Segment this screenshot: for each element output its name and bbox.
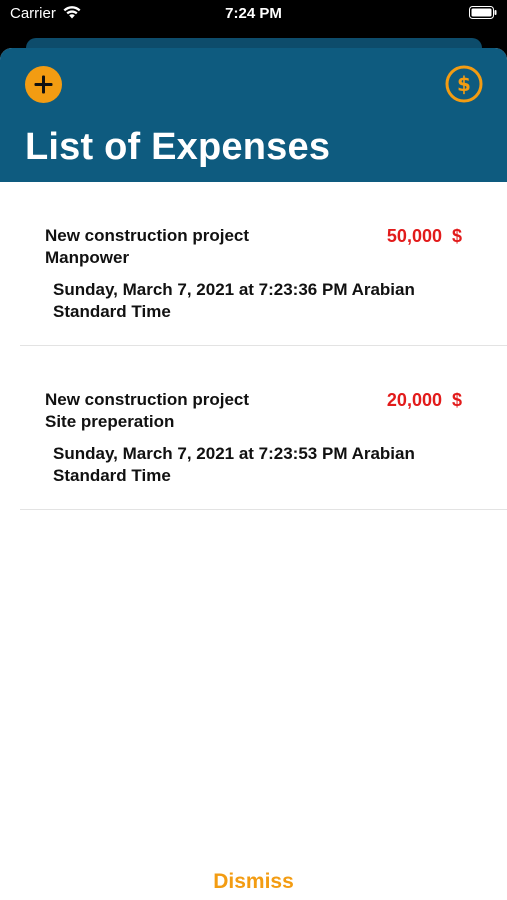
header: $ List of Expenses [0,48,507,182]
expense-date-line2: Standard Time [53,466,171,485]
expense-title: New construction project Site preperatio… [45,389,335,433]
svg-text:$: $ [457,72,471,96]
expense-date: Sunday, March 7, 2021 at 7:23:53 PM Arab… [53,443,473,487]
status-bar: Carrier 7:24 PM [0,0,507,30]
dollar-circle-icon[interactable]: $ [445,65,483,103]
status-time: 7:24 PM [225,5,282,22]
expense-list: New construction project Manpower 50,000… [0,182,507,510]
expense-date-line2: Standard Time [53,302,171,321]
expense-date: Sunday, March 7, 2021 at 7:23:36 PM Arab… [53,279,473,323]
expense-row[interactable]: New construction project Manpower 50,000… [20,182,507,346]
dismiss-button[interactable]: Dismiss [0,870,507,894]
expense-title-line2: Site preperation [45,412,175,431]
expense-row[interactable]: New construction project Site preperatio… [20,346,507,510]
add-expense-button[interactable] [25,66,62,103]
plus-circle-icon [26,67,61,102]
expense-amount: 20,000 $ [386,390,462,410]
page-title: List of Expenses [25,126,331,168]
expense-title-line1: New construction project [45,390,250,409]
expense-date-line1: Sunday, March 7, 2021 at 7:23:53 PM Arab… [53,444,415,463]
expense-title-line1: New construction project [45,226,250,245]
battery-icon [469,6,497,19]
expenses-sheet: $ List of Expenses New construction proj… [0,48,507,900]
expense-date-line1: Sunday, March 7, 2021 at 7:23:36 PM Arab… [53,280,415,299]
expense-amount: 50,000 $ [386,226,462,246]
expense-title-line2: Manpower [45,248,130,267]
expense-title: New construction project Manpower [45,225,335,269]
